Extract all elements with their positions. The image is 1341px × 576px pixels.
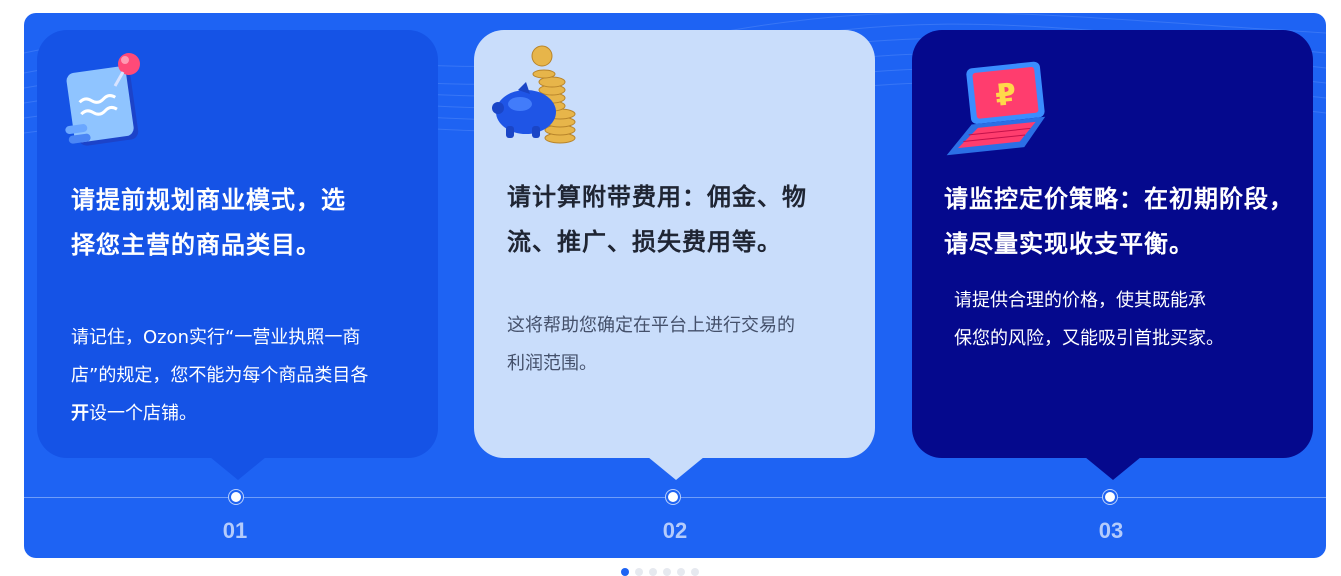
step-number-1: 01 (222, 518, 248, 543)
carousel-dot-2[interactable] (635, 568, 643, 576)
timeline-dot-2 (666, 490, 680, 504)
svg-text:₽: ₽ (994, 77, 1018, 114)
timeline-dot-1 (229, 490, 243, 504)
carousel-pagination (621, 566, 741, 576)
timeline-dot-3 (1103, 490, 1117, 504)
step-3-heading: 请监控定价策略：在初期阶段， 请尽量实现收支平衡。 (944, 185, 1294, 258)
carousel-dot-5[interactable] (677, 568, 685, 576)
pin-document-icon (65, 53, 140, 146)
step-number-2: 02 (662, 518, 688, 543)
step-1-heading: 请提前规划商业模式，选 择您主营的商品类目。 (71, 186, 346, 259)
carousel-dot-4[interactable] (663, 568, 671, 576)
card-pointer (1085, 457, 1141, 480)
step-1-description: 请记住，Ozon实行“一营业执照一商 店”的规定，您不能为每个商品类目各 开设一… (71, 327, 369, 424)
step-3-description: 请提供合理的价格，使其既能承 保您的风险，又能吸引首批买家。 (954, 290, 1224, 349)
step-card-3: ₽ 请监控定价策略：在初期阶段， 请尽量实现收支平衡。 请提供合理的价格，使其既… (912, 30, 1313, 480)
step-2-description: 这将帮助您确定在平台上进行交易的 利润范围。 (507, 315, 795, 374)
step-number-3: 03 (1098, 518, 1124, 543)
step-2-heading: 请计算附带费用：佣金、物 流、推广、损失费用等。 (507, 183, 807, 256)
carousel-dot-6[interactable] (691, 568, 699, 576)
piggy-bank-coins-icon (492, 45, 576, 144)
steps-banner: 请提前规划商业模式，选 择您主营的商品类目。 请记住，Ozon实行“一营业执照一… (24, 13, 1326, 558)
carousel-dot-1[interactable] (621, 568, 629, 576)
card-pointer (648, 457, 704, 480)
step-card-2: 请计算附带费用：佣金、物 流、推广、损失费用等。 这将帮助您确定在平台上进行交易… (474, 30, 875, 480)
step-card-1: 请提前规划商业模式，选 择您主营的商品类目。 请记住，Ozon实行“一营业执照一… (37, 30, 438, 480)
carousel-dot-3[interactable] (649, 568, 657, 576)
card-pointer (210, 457, 266, 480)
laptop-ruble-icon: ₽ (946, 61, 1046, 156)
